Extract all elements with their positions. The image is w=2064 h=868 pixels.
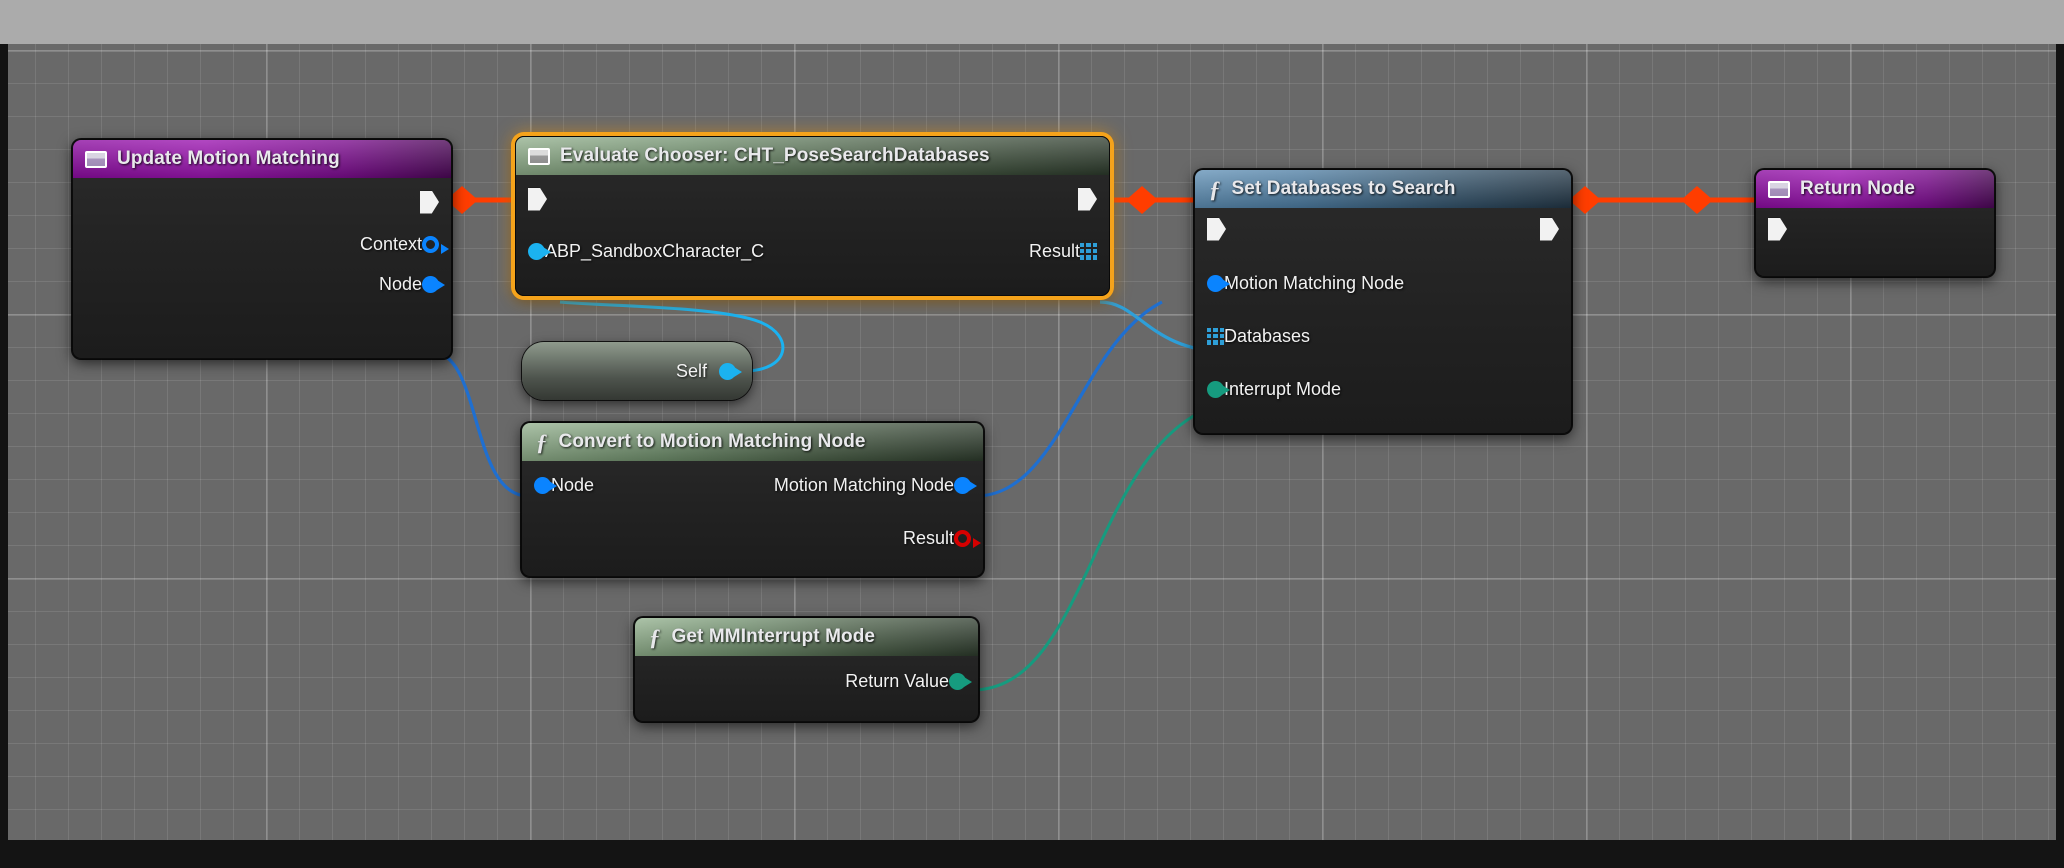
- node-title: Evaluate Chooser: CHT_PoseSearchDatabase…: [560, 145, 990, 166]
- pin-label: Return Value: [845, 670, 949, 691]
- object-pin-icon: [534, 476, 557, 494]
- data-wire-node-to-convert: [431, 350, 529, 498]
- pin-label: Context: [359, 233, 422, 254]
- pin-databases-in[interactable]: Databases: [1207, 322, 1321, 350]
- pin-result-out[interactable]: Result: [1018, 237, 1097, 265]
- pin-label: ABP_SandboxCharacter_C: [545, 240, 765, 261]
- exec-arrow-icon: [420, 190, 439, 214]
- pin-return-value-out[interactable]: Return Value: [834, 667, 972, 695]
- function-icon: ƒ: [1209, 176, 1221, 202]
- pin-node-in[interactable]: Node: [534, 471, 605, 499]
- node-title: Get MMInterrupt Mode: [671, 626, 876, 647]
- blueprint-graph-canvas[interactable]: Update Motion Matching Context Node Eval…: [0, 44, 2064, 840]
- node-title: Convert to Motion Matching Node: [558, 431, 866, 452]
- array-pin-icon: [1080, 242, 1097, 260]
- result-node-icon: [1768, 180, 1790, 198]
- pin-label: Databases: [1224, 325, 1311, 346]
- pin-label: Node: [378, 273, 422, 294]
- pin-exec-in[interactable]: [528, 185, 547, 213]
- exec-arrow-icon: [1540, 217, 1559, 241]
- self-pin-icon[interactable]: [719, 362, 742, 380]
- object-pin-icon: [422, 235, 449, 254]
- window-top-bar: [0, 0, 2064, 44]
- node-get-mm-interrupt-mode[interactable]: ƒ Get MMInterrupt Mode Return Value: [634, 617, 979, 722]
- enum-pin-icon: [1207, 380, 1230, 398]
- reroute-node-4[interactable]: [1681, 186, 1713, 214]
- object-pin-icon: [422, 275, 445, 293]
- node-title: Return Node: [1800, 178, 1916, 199]
- node-evaluate-chooser[interactable]: Evaluate Chooser: CHT_PoseSearchDatabase…: [515, 136, 1110, 296]
- enum-pin-icon: [949, 672, 972, 690]
- canvas-left-edge: [0, 44, 8, 840]
- pin-label: Self: [675, 360, 707, 381]
- pin-label: Result: [902, 527, 954, 548]
- data-wire-mmnode-to-setdb: [975, 300, 1163, 498]
- pin-label: Interrupt Mode: [1224, 378, 1342, 399]
- boolean-pin-icon: [954, 529, 981, 548]
- data-wire-interrupt-to-setdb: [971, 402, 1221, 692]
- reroute-node-2[interactable]: [1126, 186, 1158, 214]
- exec-arrow-icon: [1078, 187, 1097, 211]
- node-self[interactable]: Self: [522, 342, 752, 400]
- reroute-node-3[interactable]: [1569, 186, 1601, 214]
- pin-motion-matching-node-out[interactable]: Motion Matching Node: [763, 471, 977, 499]
- node-header: ƒ Convert to Motion Matching Node: [522, 423, 983, 461]
- array-pin-icon: [1207, 327, 1224, 345]
- exec-arrow-icon: [1768, 217, 1787, 241]
- pin-label: Node: [551, 474, 595, 495]
- node-title: Set Databases to Search: [1231, 178, 1456, 199]
- node-set-databases-to-search[interactable]: ƒ Set Databases to Search Motion Matchin…: [1194, 169, 1572, 434]
- pin-result-out[interactable]: Result: [892, 524, 981, 552]
- node-header: Evaluate Chooser: CHT_PoseSearchDatabase…: [516, 137, 1109, 175]
- pin-exec-in[interactable]: [1207, 215, 1226, 243]
- exec-arrow-icon: [528, 187, 547, 211]
- object-pin-icon: [528, 242, 551, 260]
- node-header: Return Node: [1756, 170, 1994, 208]
- pin-label: Motion Matching Node: [773, 474, 954, 495]
- node-header: Update Motion Matching: [73, 140, 451, 178]
- pin-context-out[interactable]: Context: [349, 230, 449, 258]
- chooser-node-icon: [528, 147, 550, 165]
- pin-exec-in[interactable]: [1768, 215, 1787, 243]
- node-convert-to-motion-matching-node[interactable]: ƒ Convert to Motion Matching Node Node M…: [521, 422, 984, 577]
- function-icon: ƒ: [536, 429, 548, 455]
- pin-exec-out[interactable]: [1540, 215, 1559, 243]
- object-pin-icon: [954, 476, 977, 494]
- blueprint-graph-screenshot: Update Motion Matching Context Node Eval…: [0, 0, 2064, 868]
- pin-exec-out[interactable]: [1078, 185, 1097, 213]
- pin-interrupt-mode-in[interactable]: Interrupt Mode: [1207, 375, 1352, 403]
- pin-label: Motion Matching Node: [1224, 272, 1405, 293]
- object-pin-icon: [1207, 274, 1230, 292]
- node-header: ƒ Get MMInterrupt Mode: [635, 618, 978, 656]
- node-header: ƒ Set Databases to Search: [1195, 170, 1571, 208]
- node-update-motion-matching[interactable]: Update Motion Matching Context Node: [72, 139, 452, 359]
- event-node-icon: [85, 150, 107, 168]
- node-title: Update Motion Matching: [117, 148, 340, 169]
- canvas-right-edge: [2056, 44, 2064, 840]
- exec-arrow-icon: [1207, 217, 1226, 241]
- window-bottom-bar: [0, 840, 2064, 868]
- pin-node-out[interactable]: Node: [368, 270, 445, 298]
- function-icon: ƒ: [649, 624, 661, 650]
- pin-abp-sandboxcharacter-in[interactable]: ABP_SandboxCharacter_C: [528, 237, 775, 265]
- node-return[interactable]: Return Node: [1755, 169, 1995, 277]
- pin-motion-matching-node-in[interactable]: Motion Matching Node: [1207, 269, 1415, 297]
- pin-exec-out[interactable]: [420, 188, 439, 216]
- pin-label: Result: [1028, 240, 1080, 261]
